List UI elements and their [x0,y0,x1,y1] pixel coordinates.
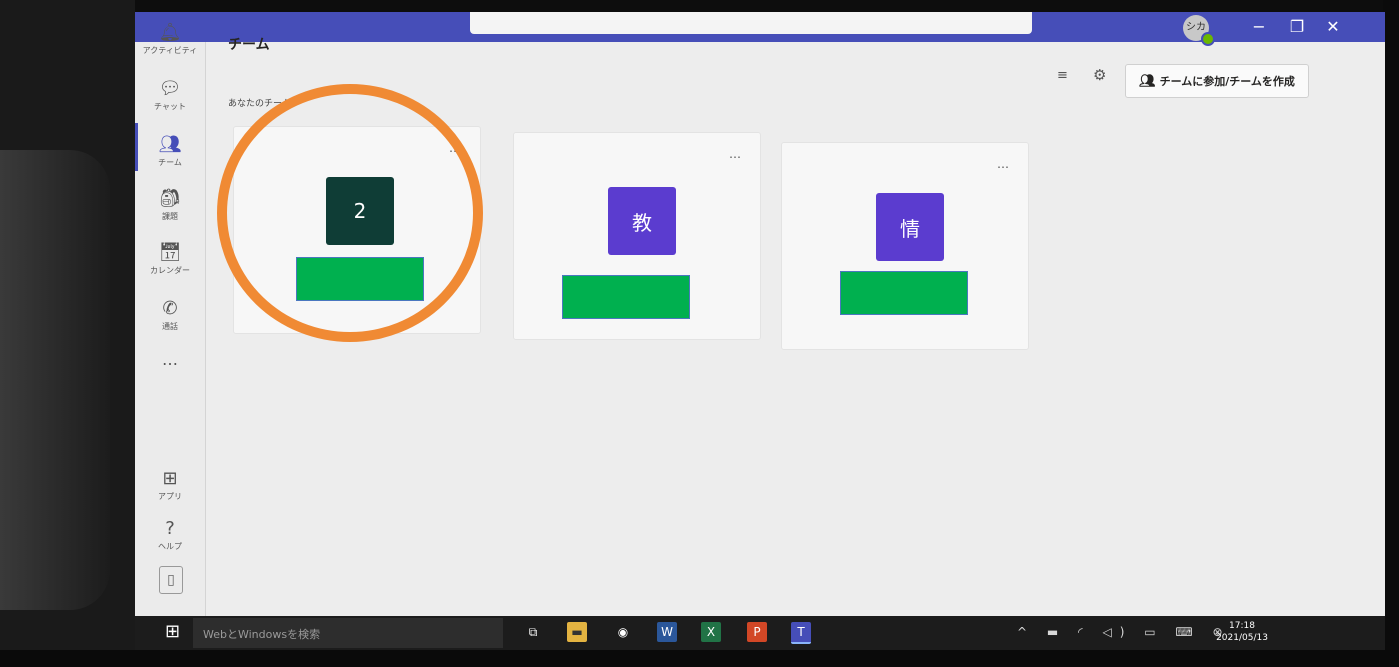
title-search-bar[interactable] [470,12,1032,34]
join-or-create-team-button[interactable]: 👥︎ チームに参加/チームを作成 [1125,64,1309,98]
maximize-button[interactable]: ❐ [1285,17,1309,36]
help-icon: ? [165,518,175,539]
taskbar-search-box[interactable]: WebとWindowsを検索 [193,618,503,648]
bell-icon: 🔔︎ [158,22,182,43]
system-tray-icons[interactable]: ^ ▬ ◜ ◁) ▭ ⌨ ⊗ [1017,625,1231,639]
rail-item-activity[interactable]: 🔔︎ アクティビティ [135,22,205,56]
rail-item-calendar[interactable]: 📅︎ カレンダー [135,242,205,276]
more-options-button[interactable]: … [997,157,1010,171]
team-avatar: 情 [876,193,944,261]
search-placeholder: WebとWindowsを検索 [203,628,321,641]
file-explorer-icon[interactable]: ▬ [567,622,587,642]
teams-window: シカ − ❐ ✕ 🔔︎ アクティビティ 💬︎ チャット 👥︎ チーム 🎒︎ 課題… [135,12,1385,650]
rail-item-calls[interactable]: ✆ 通話 [135,298,205,332]
rail-item-label: ヘルプ [158,542,182,551]
word-icon[interactable]: W [657,622,677,642]
team-card[interactable]: … 教 [513,132,761,340]
windows-taskbar: ⊞ WebとWindowsを検索 ⧉ ▬ ◉ W X P T ^ ▬ ◜ ◁) … [135,616,1385,650]
windows-start-icon[interactable]: ⊞ [165,622,185,642]
rail-item-assignments[interactable]: 🎒︎ 課題 [135,188,205,222]
rail-item-apps[interactable]: ⊞ アプリ [135,468,205,502]
assignments-icon: 🎒︎ [158,188,182,209]
rail-item-chat[interactable]: 💬︎ チャット [135,78,205,112]
clock-date: 2021/05/13 [1216,633,1268,643]
excel-icon[interactable]: X [701,622,721,642]
highlight-circle-annotation [217,84,483,342]
rail-item-help[interactable]: ? ヘルプ [135,518,205,552]
photo-bezel-top [0,0,1399,12]
rail-item-label: 課題 [162,212,178,221]
add-people-icon: 👥︎ [1139,73,1156,89]
team-card[interactable]: … 情 [781,142,1029,350]
photo-bezel-right [1383,0,1399,667]
filter-icon[interactable]: ≡ [1057,68,1068,83]
clock-time: 17:18 [1229,621,1255,631]
phone-icon: ✆ [162,298,178,319]
minimize-button[interactable]: − [1247,17,1271,36]
title-bar: シカ − ❐ ✕ [135,12,1385,46]
photo-background [0,150,110,610]
chat-icon: 💬︎ [158,78,182,99]
apps-icon: ⊞ [162,468,178,489]
team-name-redacted [562,275,690,319]
more-options-button[interactable]: … [729,147,742,161]
taskbar-clock[interactable]: 17:18 2021/05/13 [1209,620,1275,644]
rail-item-teams[interactable]: 👥︎ チーム [135,134,205,168]
rail-item-label: アプリ [158,492,182,501]
join-button-label: チームに参加/チームを作成 [1159,75,1295,88]
rail-item-label: 通話 [162,322,178,331]
more-apps-button[interactable]: … [135,350,205,369]
rail-item-label: チーム [158,158,182,167]
app-rail: 🔔︎ アクティビティ 💬︎ チャット 👥︎ チーム 🎒︎ 課題 📅︎ カレンダー… [135,22,206,616]
close-button[interactable]: ✕ [1321,17,1345,36]
teams-icon: 👥︎ [158,134,182,155]
rail-item-label: チャット [154,102,186,111]
rail-item-label: カレンダー [150,266,190,275]
powerpoint-icon[interactable]: P [747,622,767,642]
presence-status-icon [1201,32,1215,46]
task-view-icon[interactable]: ⧉ [523,622,543,642]
camera-icon[interactable]: ◉ [613,622,633,642]
page-title: チーム [228,37,270,53]
mobile-device-icon[interactable]: ▯ [159,566,183,594]
gear-icon[interactable]: ⚙ [1093,66,1106,84]
calendar-icon: 📅︎ [158,242,182,263]
teams-app-icon[interactable]: T [791,622,811,644]
rail-item-label: アクティビティ [142,46,198,55]
team-name-redacted [840,271,968,315]
team-avatar: 教 [608,187,676,255]
photo-bezel-bottom [0,650,1399,667]
